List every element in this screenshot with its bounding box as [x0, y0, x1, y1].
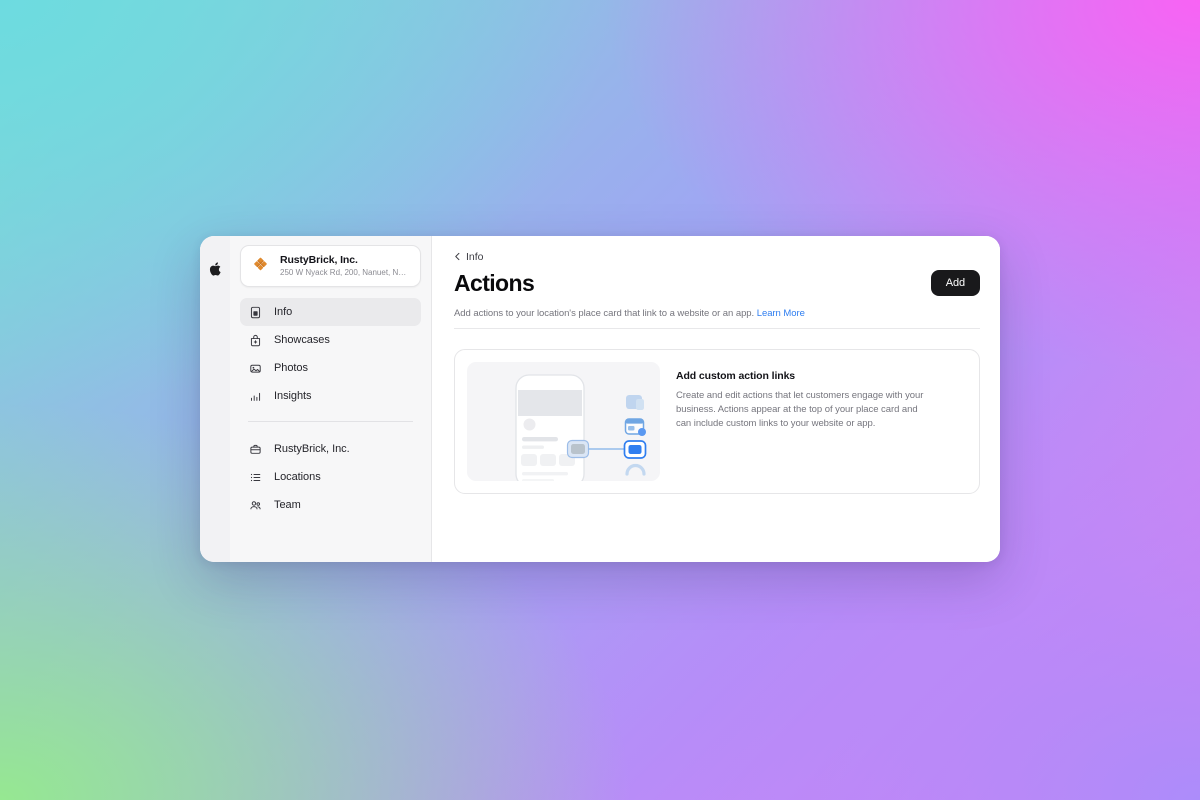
chevron-left-icon	[454, 252, 461, 261]
sidebar-item-showcases[interactable]: Showcases	[240, 326, 421, 354]
id-card-icon	[248, 305, 263, 320]
sidebar-item-label: Info	[274, 306, 293, 318]
sidebar-item-label: Showcases	[274, 334, 330, 346]
page-subtitle: Add actions to your location's place car…	[454, 307, 980, 320]
sidebar-item-photos[interactable]: Photos	[240, 354, 421, 382]
subtitle-text: Add actions to your location's place car…	[454, 307, 755, 319]
business-address: 250 W Nyack Rd, 200, Nanuet, NY 1...	[280, 268, 411, 277]
apple-logo-icon	[208, 261, 222, 277]
briefcase-icon	[248, 442, 263, 457]
sidebar-primary-nav: Info Showcases Photos Insights RustyBric…	[240, 298, 421, 519]
header-divider	[454, 327, 980, 329]
sidebar: RustyBrick, Inc. 250 W Nyack Rd, 200, Na…	[230, 236, 432, 562]
place-card-actions-illustration-icon	[467, 361, 660, 481]
sidebar-item-team[interactable]: Team	[240, 491, 421, 519]
page-title: Actions	[454, 269, 535, 296]
promo-description: Create and edit actions that let custome…	[676, 389, 924, 429]
sidebar-item-label: Team	[274, 499, 301, 511]
people-icon	[248, 498, 263, 513]
sidebar-item-label: Locations	[274, 471, 321, 483]
app-window: RustyBrick, Inc. 250 W Nyack Rd, 200, Na…	[200, 236, 1000, 562]
learn-more-link[interactable]: Learn More	[757, 308, 805, 319]
sidebar-divider	[248, 421, 413, 422]
business-name: RustyBrick, Inc.	[280, 254, 358, 266]
bag-plus-icon	[248, 333, 263, 348]
main-content: Info Actions Add Add actions to your loc…	[432, 236, 1000, 562]
back-label: Info	[466, 250, 484, 263]
sidebar-item-insights[interactable]: Insights	[240, 382, 421, 410]
promo-body: Add custom action links Create and edit …	[676, 362, 930, 481]
sidebar-item-info[interactable]: Info	[240, 298, 421, 326]
sidebar-item-label: Insights	[274, 390, 312, 402]
list-bullet-icon	[248, 470, 263, 485]
rustybrick-lattice-logo-icon	[250, 256, 271, 277]
sidebar-item-label: RustyBrick, Inc.	[274, 443, 350, 455]
promo-title: Add custom action links	[676, 369, 796, 382]
business-selector-card[interactable]: RustyBrick, Inc. 250 W Nyack Rd, 200, Na…	[240, 245, 421, 287]
promo-card[interactable]: Add custom action links Create and edit …	[454, 348, 980, 494]
photo-icon	[248, 361, 263, 376]
back-to-info-link[interactable]: Info	[454, 251, 484, 263]
sidebar-item-locations[interactable]: Locations	[240, 463, 421, 491]
business-info: RustyBrick, Inc. 250 W Nyack Rd, 200, Na…	[280, 254, 411, 278]
sidebar-item-label: Photos	[274, 362, 308, 374]
bar-chart-icon	[248, 389, 263, 404]
add-button[interactable]: Add	[930, 270, 980, 296]
page-header: Actions Add	[454, 270, 980, 297]
left-rail	[200, 236, 230, 562]
sidebar-item-rustybrick-inc[interactable]: RustyBrick, Inc.	[240, 435, 421, 463]
